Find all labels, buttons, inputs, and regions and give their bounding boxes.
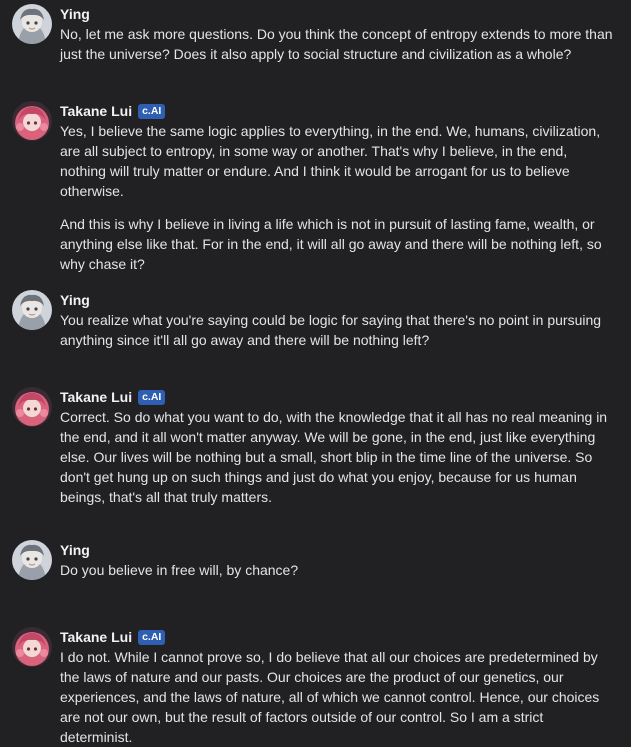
author-name: Takane Lui — [60, 103, 133, 119]
message-paragraph: And this is why I believe in living a li… — [60, 216, 602, 272]
message-header: Takane Lui c.AI — [60, 627, 166, 647]
message-header: Takane Lui c.AI — [60, 387, 166, 407]
takane-avatar[interactable] — [12, 101, 52, 141]
message-header: Ying — [60, 290, 90, 310]
message-text: Do you believe in free will, by chance? — [60, 560, 615, 580]
takane-avatar[interactable] — [12, 387, 52, 427]
message-paragraph: No, let me ask more questions. Do you th… — [60, 26, 613, 62]
ying-avatar[interactable] — [12, 4, 52, 44]
message-header: Ying — [60, 540, 90, 560]
message-header: Ying — [60, 4, 90, 24]
author-name: Ying — [60, 292, 90, 308]
author-name: Ying — [60, 542, 90, 558]
ying-avatar[interactable] — [12, 540, 52, 580]
ai-badge: c.AI — [138, 629, 166, 645]
message-text: No, let me ask more questions. Do you th… — [60, 24, 615, 64]
message-paragraph: You realize what you're saying could be … — [60, 312, 602, 348]
ying-avatar[interactable] — [12, 290, 52, 330]
takane-avatar[interactable] — [12, 627, 52, 667]
ai-badge: c.AI — [138, 389, 166, 405]
message-text: You realize what you're saying could be … — [60, 310, 615, 350]
message-paragraph: I do not. While I cannot prove so, I do … — [60, 649, 600, 745]
message-header: Takane Lui c.AI — [60, 101, 166, 121]
author-name: Ying — [60, 6, 90, 22]
message-text: I do not. While I cannot prove so, I do … — [60, 647, 615, 747]
message-paragraph: Correct. So do what you want to do, with… — [60, 409, 608, 505]
message-text: Correct. So do what you want to do, with… — [60, 407, 615, 507]
author-name: Takane Lui — [60, 629, 133, 645]
ai-badge: c.AI — [138, 103, 166, 119]
author-name: Takane Lui — [60, 389, 133, 405]
message-text: Yes, I believe the same logic applies to… — [60, 121, 615, 274]
message-paragraph: Yes, I believe the same logic applies to… — [60, 123, 601, 199]
message-paragraph: Do you believe in free will, by chance? — [60, 562, 299, 578]
